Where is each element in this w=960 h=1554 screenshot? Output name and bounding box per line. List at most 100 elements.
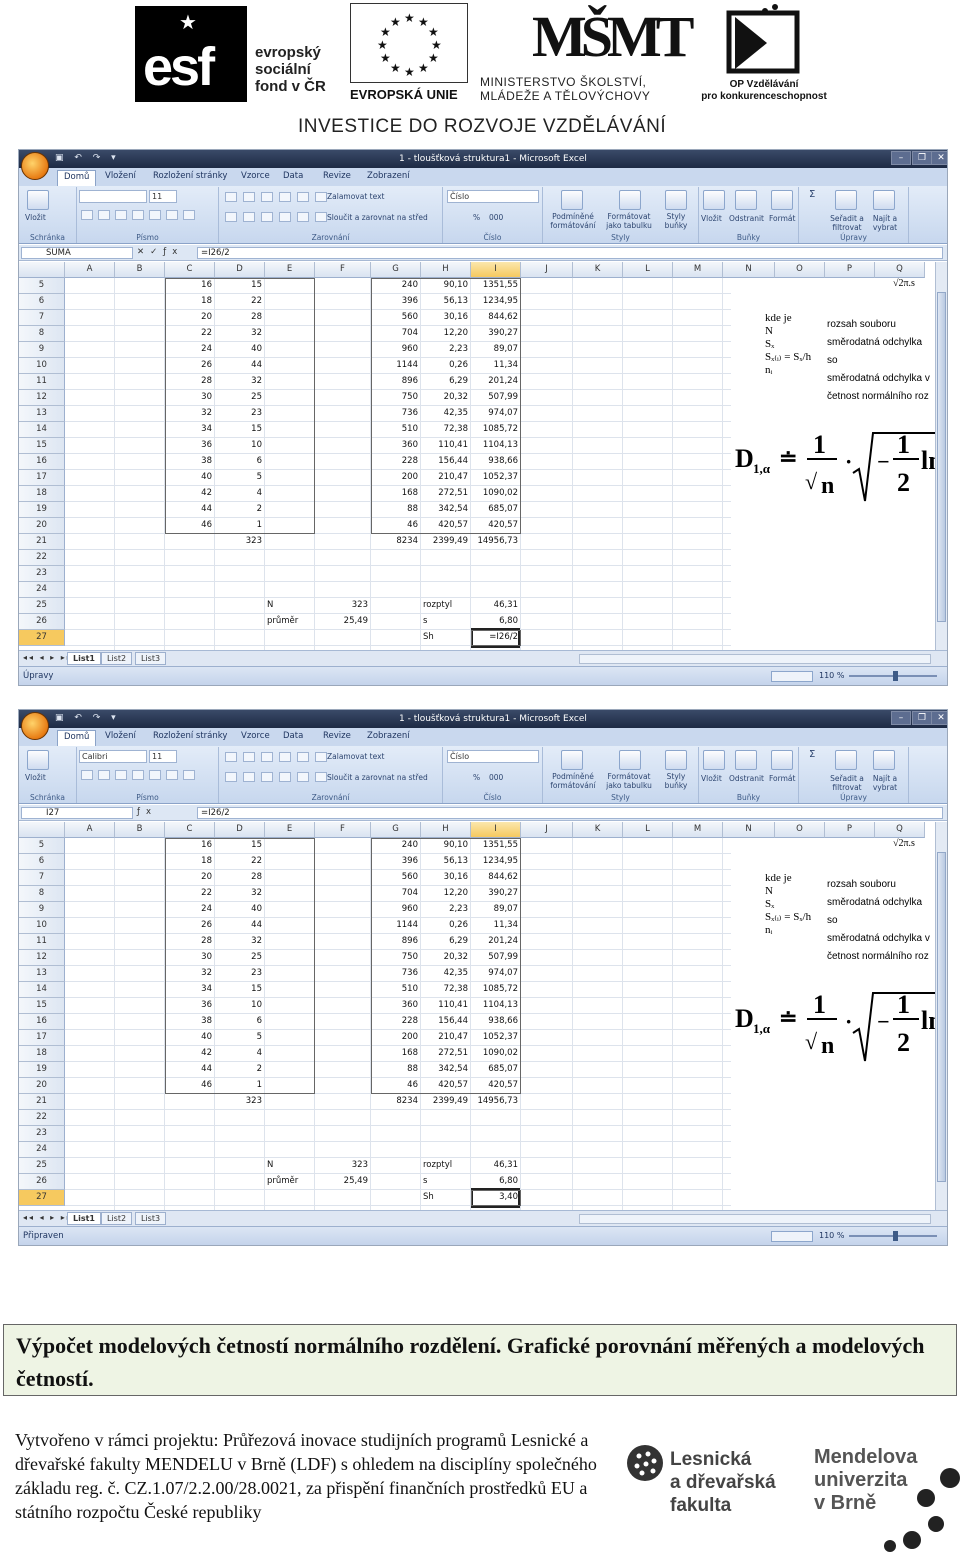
cell-H26[interactable]: s — [423, 1174, 468, 1190]
quick-access-toolbar[interactable]: ▣ ↶ ↷ ▾ — [55, 153, 120, 163]
cell-I21[interactable]: 14956,73 — [473, 1094, 518, 1110]
column-header-M[interactable]: M — [673, 262, 723, 278]
sheet-tab-List3[interactable]: List3 — [135, 1212, 167, 1225]
cell-styles-button[interactable]: Styly buňky — [659, 212, 693, 230]
row-header-14[interactable]: 14 — [19, 422, 65, 438]
restore-button[interactable]: ❐ — [912, 151, 932, 165]
row-header-19[interactable]: 19 — [19, 502, 65, 518]
row-header-8[interactable]: 8 — [19, 886, 65, 902]
office-button[interactable] — [21, 152, 49, 180]
row-header-13[interactable]: 13 — [19, 406, 65, 422]
cond-format-button[interactable]: Podmíněné formátování — [547, 212, 599, 230]
zoom-slider-knob[interactable] — [893, 671, 898, 681]
tab-3[interactable]: Vzorce — [241, 171, 270, 181]
font-format-icon[interactable] — [166, 770, 178, 780]
find-select-icon[interactable] — [873, 190, 895, 210]
row-header-20[interactable]: 20 — [19, 518, 65, 534]
row-header-5[interactable]: 5 — [19, 838, 65, 854]
row-header-25[interactable]: 25 — [19, 598, 65, 614]
align-icon[interactable] — [315, 752, 327, 762]
cell-E25[interactable]: N — [267, 598, 312, 614]
format-cells-button[interactable]: Formát — [769, 774, 795, 783]
insert-icon[interactable] — [703, 190, 725, 210]
column-header-D[interactable]: D — [215, 822, 265, 838]
tab-0[interactable]: Domů — [57, 170, 97, 186]
merge-center-button[interactable]: Sloučit a zarovnat na střed — [327, 773, 428, 782]
corner-select-all[interactable] — [19, 822, 65, 838]
formula-input[interactable]: =I26/2 — [197, 807, 943, 819]
vertical-scrollbar[interactable] — [935, 822, 947, 1210]
column-header-K[interactable]: K — [573, 262, 623, 278]
cell-I21[interactable]: 14956,73 — [473, 534, 518, 550]
restore-button[interactable]: ❐ — [912, 711, 932, 725]
wrap-text-button[interactable]: Zalamovat text — [327, 752, 384, 761]
align-icon[interactable] — [315, 772, 327, 782]
number-format-combo[interactable]: Číslo — [447, 750, 539, 763]
column-header-O[interactable]: O — [775, 822, 825, 838]
column-header-N[interactable]: N — [723, 822, 775, 838]
row-header-23[interactable]: 23 — [19, 1126, 65, 1142]
row-header-10[interactable]: 10 — [19, 358, 65, 374]
row-header-8[interactable]: 8 — [19, 326, 65, 342]
cell-H21[interactable]: 2399,49 — [423, 1094, 468, 1110]
delete-cells-button[interactable]: Odstranit — [729, 774, 764, 783]
cell-F26[interactable]: 25,49 — [317, 1174, 368, 1190]
cell-D21[interactable]: 323 — [217, 1094, 262, 1110]
align-icon[interactable] — [279, 752, 291, 762]
row-header-27[interactable]: 27 — [19, 630, 65, 646]
row-header-17[interactable]: 17 — [19, 1030, 65, 1046]
font-format-icon[interactable] — [132, 210, 144, 220]
align-icon[interactable] — [243, 192, 255, 202]
row-header-22[interactable]: 22 — [19, 550, 65, 566]
row-header-27[interactable]: 27 — [19, 1190, 65, 1206]
tab-6[interactable]: Zobrazení — [367, 731, 410, 741]
cond-format-button[interactable]: Podmíněné formátování — [547, 772, 599, 790]
row-header-18[interactable]: 18 — [19, 486, 65, 502]
cell-C21[interactable] — [167, 534, 212, 550]
tab-2[interactable]: Rozložení stránky — [153, 731, 227, 741]
column-header-L[interactable]: L — [623, 822, 673, 838]
align-icon[interactable] — [315, 212, 327, 222]
sheet-nav-arrows[interactable]: ◂◂ ◂ ▸ ▸▸ — [23, 653, 73, 662]
align-icon[interactable] — [261, 192, 273, 202]
cell-C21[interactable] — [167, 1094, 212, 1110]
column-header-I[interactable]: I — [471, 262, 521, 278]
column-header-P[interactable]: P — [825, 262, 875, 278]
column-header-H[interactable]: H — [421, 262, 471, 278]
column-header-C[interactable]: C — [165, 822, 215, 838]
fx-icon[interactable]: ƒx — [137, 807, 157, 817]
align-icon[interactable] — [297, 212, 309, 222]
font-format-icon[interactable] — [183, 770, 195, 780]
font-format-icon[interactable] — [81, 770, 93, 780]
column-header-J[interactable]: J — [521, 262, 573, 278]
find-select-icon[interactable] — [873, 750, 895, 770]
vertical-scroll-thumb[interactable] — [937, 852, 946, 1182]
wrap-text-button[interactable]: Zalamovat text — [327, 192, 384, 201]
insert-icon[interactable] — [703, 750, 725, 770]
column-header-B[interactable]: B — [115, 822, 165, 838]
row-header-16[interactable]: 16 — [19, 454, 65, 470]
tab-1[interactable]: Vložení — [105, 171, 136, 181]
row-header-21[interactable]: 21 — [19, 1094, 65, 1110]
format-table-button[interactable]: Formátovat jako tabulku — [601, 212, 657, 230]
horizontal-scrollbar[interactable] — [579, 1214, 931, 1224]
autosum-icon[interactable]: Σ — [809, 190, 815, 200]
cond-format-icon[interactable] — [561, 750, 583, 770]
thousands-button[interactable]: 000 — [489, 773, 503, 782]
cell-H21[interactable]: 2399,49 — [423, 534, 468, 550]
cell-H25[interactable]: rozptyl — [423, 598, 468, 614]
column-header-N[interactable]: N — [723, 262, 775, 278]
row-header-9[interactable]: 9 — [19, 342, 65, 358]
cell-styles-icon[interactable] — [665, 190, 687, 210]
column-header-E[interactable]: E — [265, 822, 315, 838]
column-header-A[interactable]: A — [65, 262, 115, 278]
percent-button[interactable]: % — [473, 213, 480, 222]
align-icon[interactable] — [315, 192, 327, 202]
vertical-scrollbar[interactable] — [935, 262, 947, 650]
row-header-25[interactable]: 25 — [19, 1158, 65, 1174]
row-header-7[interactable]: 7 — [19, 310, 65, 326]
row-header-21[interactable]: 21 — [19, 534, 65, 550]
row-header-10[interactable]: 10 — [19, 918, 65, 934]
percent-button[interactable]: % — [473, 773, 480, 782]
font-name-combo[interactable]: Calibri — [79, 750, 147, 763]
